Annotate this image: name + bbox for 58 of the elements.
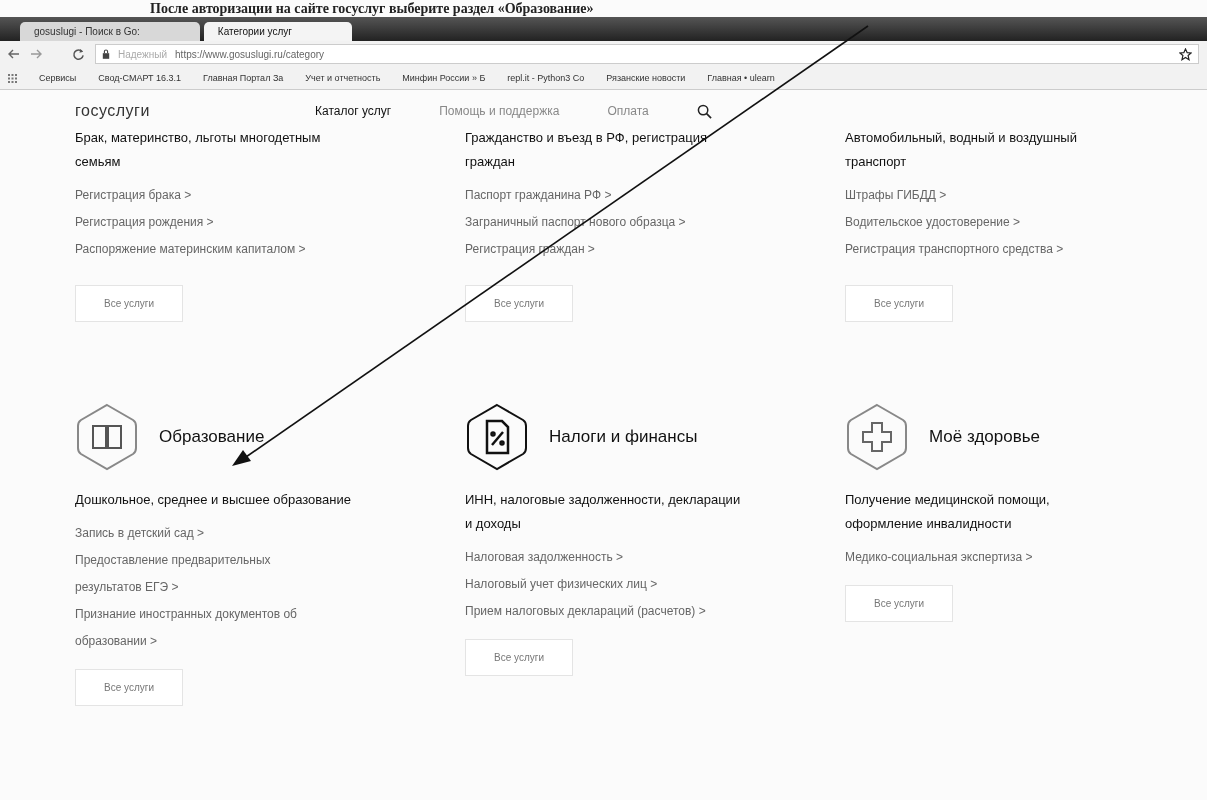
star-icon[interactable]: [1179, 47, 1192, 61]
book-icon[interactable]: [75, 402, 139, 472]
category-title: Брак, материнство, льготы многодетным семьям: [75, 129, 322, 171]
service-link[interactable]: Водительское удостоверение >: [845, 209, 1100, 236]
category-title[interactable]: Образование: [159, 427, 265, 447]
all-services-button[interactable]: Все услуги: [845, 285, 953, 322]
service-link[interactable]: Заграничный паспорт нового образца >: [465, 209, 720, 236]
service-link[interactable]: Паспорт гражданина РФ >: [465, 182, 720, 209]
bookmark-link[interactable]: Сервисы: [39, 73, 77, 83]
bookmark-link[interactable]: Свод-СМАРТ 16.3.1: [98, 73, 182, 83]
category-title[interactable]: Налоги и финансы: [549, 427, 698, 447]
service-link[interactable]: Налоговая задолженность >: [465, 544, 720, 571]
back-icon[interactable]: [8, 49, 20, 59]
category-subtitle: Дошкольное, среднее и высшее образование: [75, 491, 352, 509]
category-title: Автомобильный, водный и воздушный транспорт: [845, 129, 1078, 171]
all-services-button[interactable]: Все услуги: [465, 285, 573, 322]
bookmark-link[interactable]: Главная Портал За: [203, 73, 284, 83]
address-bar[interactable]: Надежный https://www.gosuslugi.ru/category: [95, 44, 1199, 64]
service-link[interactable]: Штрафы ГИБДД >: [845, 182, 1100, 209]
page-caption: После авторизации на сайте госуслуг выберите раздел «Образование»: [149, 0, 594, 17]
bookmark-link[interactable]: Минфин России » Б: [402, 73, 486, 83]
lock-icon: [102, 49, 110, 59]
nav-link[interactable]: Оплата: [607, 104, 649, 118]
search-icon[interactable]: [696, 103, 712, 119]
bookmark-link[interactable]: Рязанские новости: [606, 73, 686, 83]
all-services-button[interactable]: Все услуги: [75, 285, 183, 322]
all-services-button[interactable]: Все услуги: [845, 585, 953, 622]
service-link[interactable]: Предоставление предварительных результатов ЕГЭ >: [75, 547, 330, 601]
medical-cross-icon[interactable]: [845, 402, 909, 472]
service-link[interactable]: Регистрация брака >: [75, 182, 330, 209]
category-title: Гражданство и въезд в РФ, регистрация граждан: [465, 129, 709, 171]
reload-icon[interactable]: [72, 47, 85, 61]
all-services-button[interactable]: Все услуги: [465, 639, 573, 676]
nav-link[interactable]: Каталог услуг: [315, 104, 392, 118]
nav-link[interactable]: Помощь и поддержка: [439, 104, 560, 118]
service-link[interactable]: Прием налоговых деклараций (расчетов) >: [465, 598, 720, 625]
service-link[interactable]: Распоряжение материнским капиталом >: [75, 236, 330, 263]
service-link[interactable]: Налоговый учет физических лиц >: [465, 571, 720, 598]
service-link[interactable]: Регистрация рождения >: [75, 209, 330, 236]
service-link[interactable]: Признание иностранных документов об образовании >: [75, 601, 330, 655]
forward-icon[interactable]: [30, 49, 42, 59]
bookmark-link[interactable]: repl.it - Python3 Co: [507, 73, 585, 83]
category-subtitle: Получение медицинской помощи, оформление инвалидности: [845, 491, 1051, 533]
service-link[interactable]: Регистрация транспортного средства >: [845, 236, 1100, 263]
browser-tab[interactable]: gosuslugi - Поиск в Go:: [20, 22, 200, 41]
site-logo[interactable]: госуслуги: [75, 102, 315, 120]
all-services-button[interactable]: Все услуги: [75, 669, 183, 706]
category-title[interactable]: Моё здоровье: [929, 427, 1041, 447]
bookmark-link[interactable]: Главная • ulearn: [707, 73, 775, 83]
service-link[interactable]: Медико-социальная экспертиза >: [845, 544, 1100, 571]
percent-document-icon[interactable]: [465, 402, 529, 472]
service-link[interactable]: Запись в детский сад >: [75, 520, 330, 547]
apps-grid-icon[interactable]: [8, 73, 17, 83]
url-text: https://www.gosuslugi.ru/category: [175, 48, 325, 60]
bookmark-link[interactable]: Учет и отчетность: [305, 73, 381, 83]
category-subtitle: ИНН, налоговые задолженности, декларации и доходы: [465, 491, 742, 533]
security-label: Надежный: [118, 48, 168, 60]
browser-tab[interactable]: Категории услуг: [203, 22, 352, 41]
